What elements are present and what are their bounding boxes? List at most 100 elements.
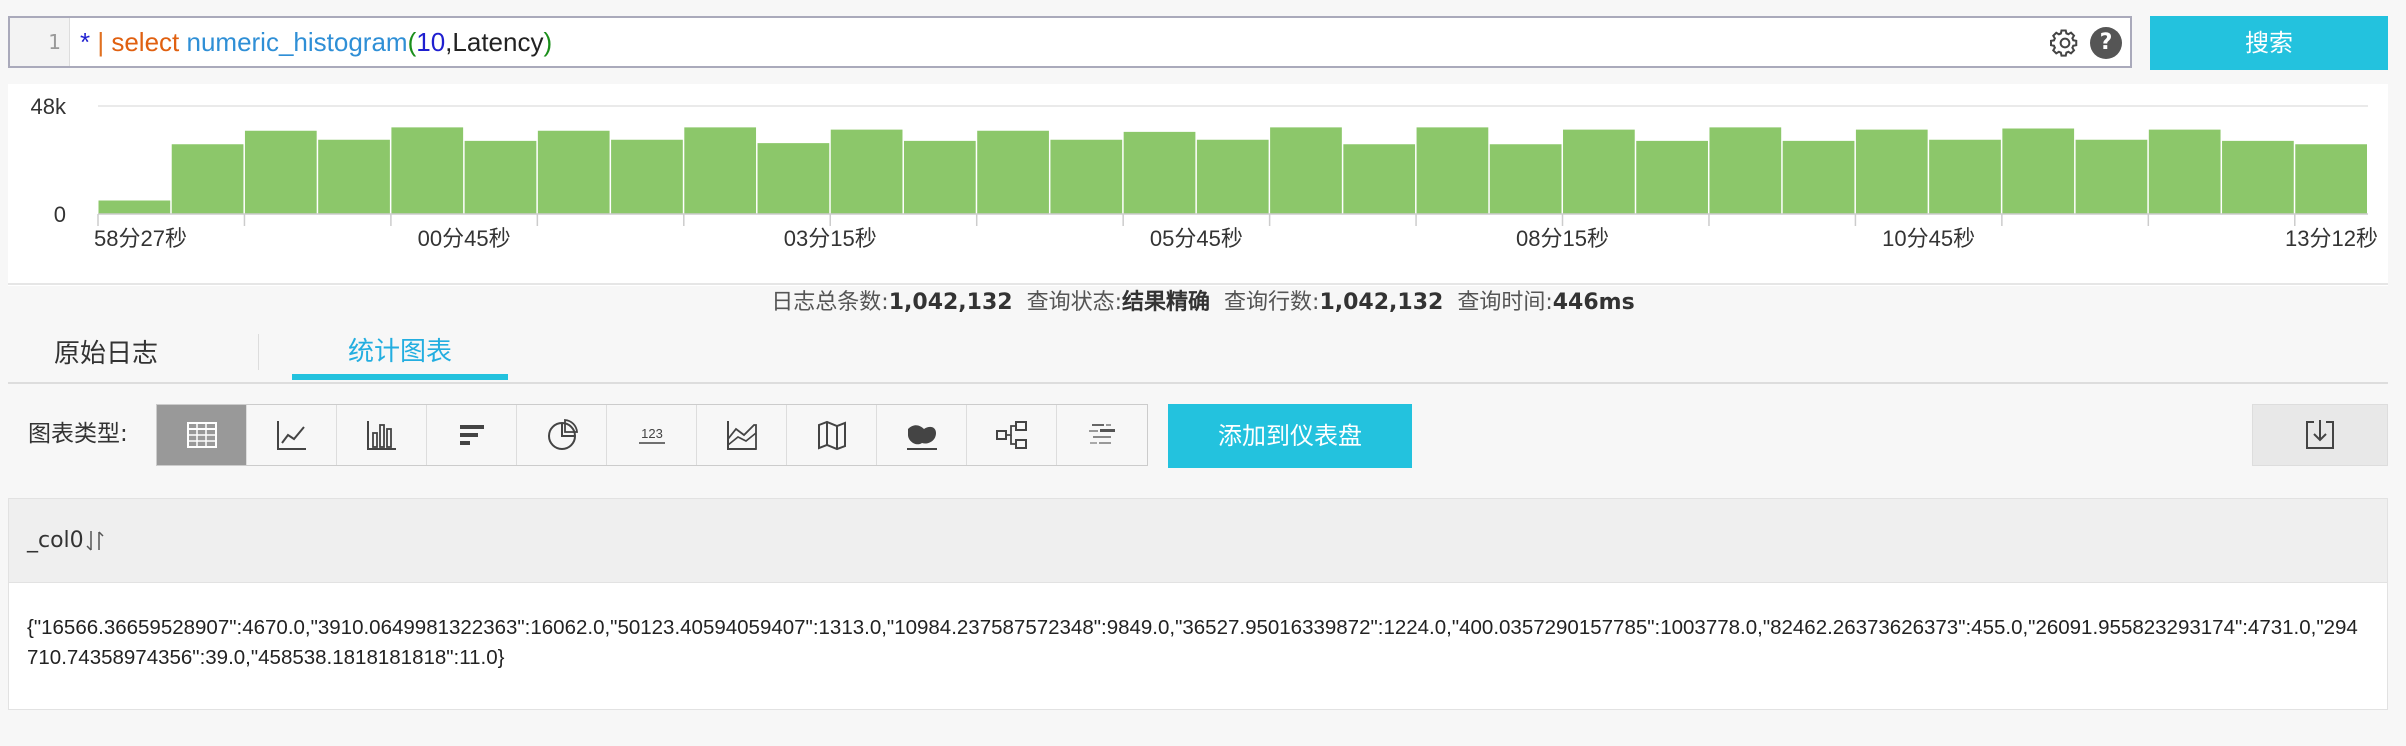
tab-charts[interactable]: 统计图表	[292, 326, 508, 380]
x-tick-label: 10分45秒	[1882, 226, 1975, 251]
query-token: )	[543, 27, 553, 57]
query-token: select	[111, 27, 180, 57]
number-icon-text: 123	[641, 426, 663, 441]
histogram-bar[interactable]	[1929, 139, 2001, 214]
number-icon: 123	[638, 426, 665, 444]
result-table: _col0 {"16566.36659528907":4670.0,"3910.…	[8, 498, 2388, 710]
chart-type-line[interactable]	[247, 405, 337, 465]
x-tick-label: 05分45秒	[1150, 226, 1243, 251]
histogram-bar[interactable]	[1782, 140, 1855, 214]
histogram-bar[interactable]	[830, 129, 903, 214]
download-button[interactable]	[2252, 404, 2388, 466]
histogram-bar[interactable]	[903, 140, 976, 214]
area-chart-icon	[726, 421, 757, 450]
line-number: 1	[10, 18, 70, 66]
histogram-bar[interactable]	[1123, 131, 1196, 214]
heatmap-icon	[906, 425, 937, 450]
histogram-bar[interactable]	[2222, 140, 2294, 214]
query-token: (	[407, 27, 417, 57]
word-cloud-icon	[1089, 424, 1115, 444]
tab-divider	[258, 334, 259, 370]
x-tick-label: 13分12秒	[2285, 226, 2378, 251]
x-tick-label: 08分15秒	[1516, 226, 1609, 251]
histogram-bar[interactable]	[2075, 139, 2148, 214]
histogram-bar[interactable]	[684, 127, 757, 214]
chart-type-label: 图表类型:	[28, 421, 128, 447]
query-token: ,Latency	[445, 27, 544, 57]
histogram-bar[interactable]	[1196, 139, 1269, 214]
download-icon	[2306, 420, 2334, 449]
sort-icon[interactable]	[86, 528, 104, 554]
chart-type-map[interactable]	[787, 405, 877, 465]
histogram-bar[interactable]	[171, 144, 244, 214]
histogram-bar[interactable]	[1270, 127, 1342, 214]
histogram-svg: 48k 0 58分27秒 00分45秒 03分15秒 05分45秒 08分15秒 10分45秒…	[8, 94, 2388, 285]
query-status: 日志总条数:1,042,132 查询状态:结果精确 查询行数:1,042,132 查询…	[0, 288, 2406, 318]
histogram-bar[interactable]	[537, 130, 610, 214]
column-chart-icon	[366, 421, 396, 450]
result-tabs: 原始日志 统计图表	[8, 326, 2388, 384]
histogram-bar[interactable]	[1343, 144, 1416, 214]
histogram-bar[interactable]	[977, 130, 1049, 214]
column-header-col0[interactable]: _col0	[27, 528, 84, 553]
bar-chart-icon	[459, 425, 484, 445]
histogram-bar[interactable]	[1636, 140, 1708, 214]
chart-type-table[interactable]	[157, 405, 247, 465]
query-time-value: 446ms	[1552, 290, 1635, 315]
x-tick-label: 00分45秒	[418, 226, 511, 251]
pie-chart-icon	[547, 419, 578, 450]
log-histogram: 48k 0 58分27秒 00分45秒 03分15秒 05分45秒 08分15秒 10分45秒…	[8, 84, 2388, 286]
histogram-bar[interactable]	[2002, 128, 2075, 215]
chart-type-flow[interactable]	[967, 405, 1057, 465]
query-rows-label: 查询行数:	[1224, 290, 1320, 315]
query-state-value: 结果精确	[1122, 290, 1211, 315]
flow-chart-icon	[995, 421, 1027, 449]
tab-raw-logs[interactable]: 原始日志	[54, 334, 158, 374]
x-tick-label: 58分27秒	[94, 226, 187, 251]
histogram-bar[interactable]	[318, 139, 390, 214]
chart-type-pie[interactable]	[517, 405, 607, 465]
help-icon[interactable]: ?	[2090, 27, 2122, 59]
histogram-bar[interactable]	[2295, 144, 2367, 214]
query-state-label: 查询状态:	[1026, 290, 1123, 315]
histogram-bar[interactable]	[464, 140, 537, 214]
total-count-label: 日志总条数:	[771, 290, 889, 315]
histogram-bar[interactable]	[1489, 144, 1562, 214]
histogram-bar[interactable]	[1855, 129, 1928, 214]
histogram-bar[interactable]	[1050, 139, 1123, 214]
chart-type-number[interactable]: 123	[607, 405, 697, 465]
total-count-value: 1,042,132	[888, 290, 1013, 315]
y-tick-label: 48k	[31, 94, 67, 119]
histogram-bar[interactable]	[2148, 129, 2221, 214]
histogram-bar[interactable]	[611, 139, 683, 214]
query-token: numeric_histogram	[186, 27, 408, 57]
chart-type-area[interactable]	[697, 405, 787, 465]
chart-type-bar[interactable]	[427, 405, 517, 465]
add-to-dashboard-button[interactable]: 添加到仪表盘	[1168, 404, 1412, 468]
table-icon	[186, 422, 217, 448]
query-time-label: 查询时间:	[1457, 290, 1553, 315]
gear-icon[interactable]	[2050, 28, 2080, 58]
histogram-bar[interactable]	[1709, 127, 1782, 214]
chart-type-word-cloud[interactable]	[1057, 405, 1147, 465]
chart-type-heatmap[interactable]	[877, 405, 967, 465]
query-editor[interactable]: 1 * | select numeric_histogram(10,Latenc…	[8, 16, 2132, 68]
line-chart-icon	[276, 421, 306, 450]
query-rows-value: 1,042,132	[1319, 290, 1444, 315]
table-header: _col0	[9, 499, 2387, 583]
histogram-bar[interactable]	[98, 200, 171, 215]
query-token: |	[90, 27, 112, 57]
search-button[interactable]: 搜索	[2150, 16, 2388, 70]
query-text[interactable]: * | select numeric_histogram(10,Latency)	[80, 18, 552, 66]
map-icon	[817, 420, 846, 451]
histogram-bar[interactable]	[757, 143, 830, 214]
query-token: 10	[416, 27, 446, 57]
histogram-bar[interactable]	[244, 130, 317, 214]
query-token: *	[80, 27, 91, 57]
table-cell: {"16566.36659528907":4670.0,"3910.064998…	[27, 616, 2358, 669]
y-tick-label: 0	[54, 202, 66, 227]
histogram-bar[interactable]	[1563, 129, 1635, 214]
histogram-bar[interactable]	[1416, 127, 1489, 214]
chart-type-column[interactable]	[337, 405, 427, 465]
histogram-bar[interactable]	[391, 127, 464, 214]
